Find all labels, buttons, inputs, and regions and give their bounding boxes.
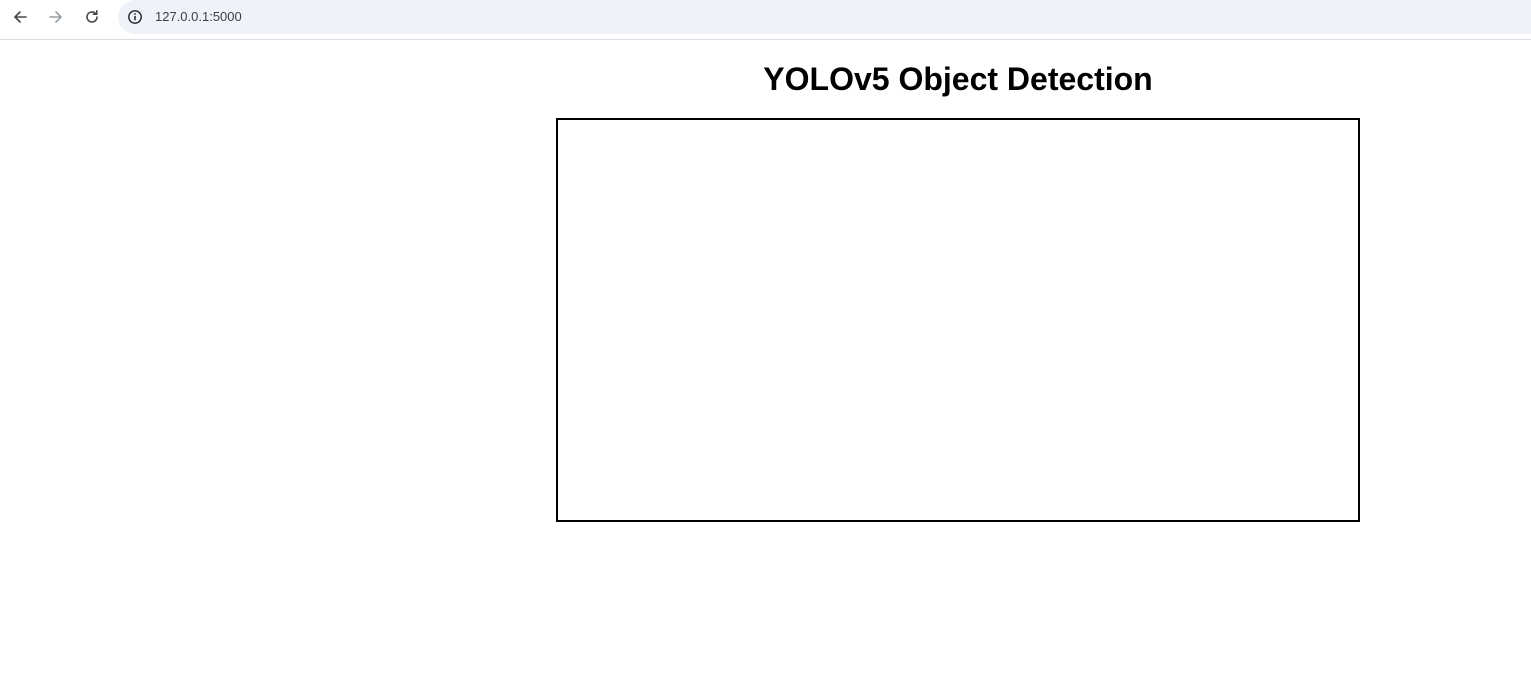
reload-icon — [86, 10, 98, 23]
back-button[interactable] — [4, 4, 36, 30]
address-bar[interactable]: 127.0.0.1:5000 — [118, 0, 1531, 34]
forward-button[interactable] — [40, 4, 72, 30]
reload-button[interactable] — [76, 4, 108, 30]
page-title: YOLOv5 Object Detection — [763, 61, 1153, 97]
arrow-left-icon — [14, 11, 27, 23]
page-content: YOLOv5 Object Detection — [0, 41, 1531, 690]
browser-toolbar: 127.0.0.1:5000 — [0, 0, 1531, 40]
url-text[interactable]: 127.0.0.1:5000 — [155, 9, 242, 25]
info-icon[interactable] — [127, 9, 143, 25]
video-feed — [556, 118, 1360, 522]
arrow-right-icon — [49, 11, 62, 23]
